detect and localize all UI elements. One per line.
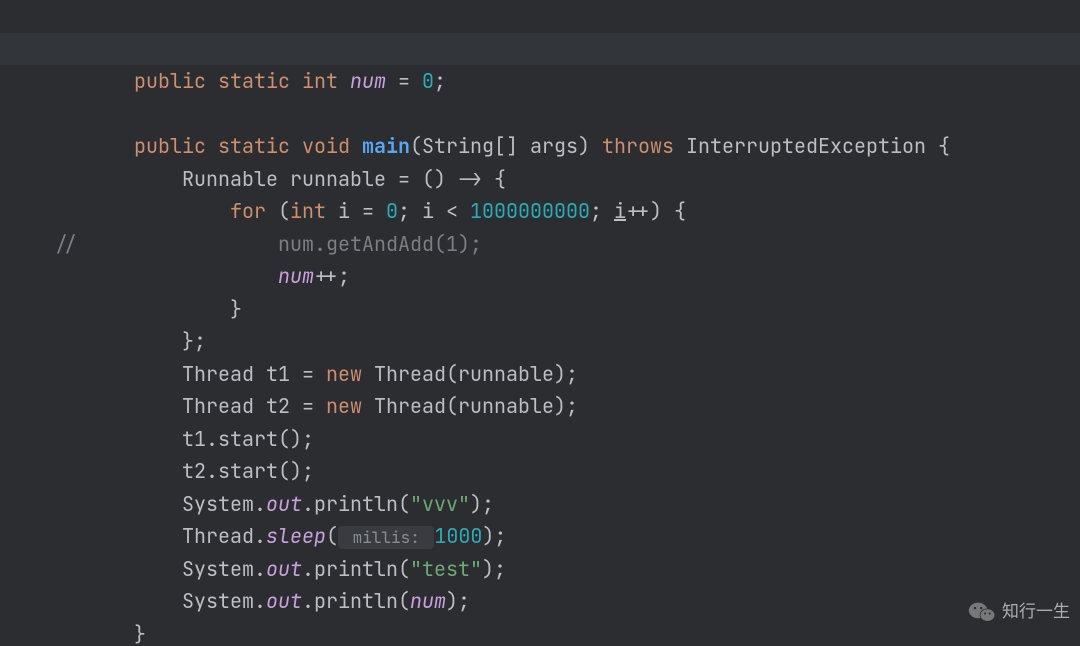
code-text: } [98,621,146,646]
code-line: }; [0,293,1080,326]
code-line: num++; [0,228,1080,261]
watermark-text: 知行一生 [1002,596,1070,629]
wechat-icon [968,600,996,624]
code-line: Thread t2 = new Thread(runnable); [0,358,1080,391]
watermark: 知行一生 [968,596,1070,629]
code-line: // public static AtomicInteger num = new… [0,0,1080,33]
code-line: } [0,585,1080,618]
code-line: public static void main(String[] args) t… [0,98,1080,131]
code-line: t2.start(); [0,423,1080,456]
code-line [0,65,1080,98]
code-line-active: public static int num = 0; [0,33,1080,66]
code-line: Runnable runnable = () -> { [0,130,1080,163]
code-line: // num.getAndAdd(1); [0,195,1080,228]
code-line: } [0,260,1080,293]
code-line: System.out.println("vvv"); [0,455,1080,488]
code-line: Thread t1 = new Thread(runnable); [0,325,1080,358]
code-line: for (int i = 0; i < 1000000000; i++) { [0,163,1080,196]
code-line: System.out.println(num); [0,553,1080,586]
code-editor[interactable]: // public static AtomicInteger num = new… [0,0,1080,646]
code-line: System.out.println("test"); [0,520,1080,553]
code-line: Thread.sleep( millis: 1000); [0,488,1080,521]
code-line: t1.start(); [0,390,1080,423]
